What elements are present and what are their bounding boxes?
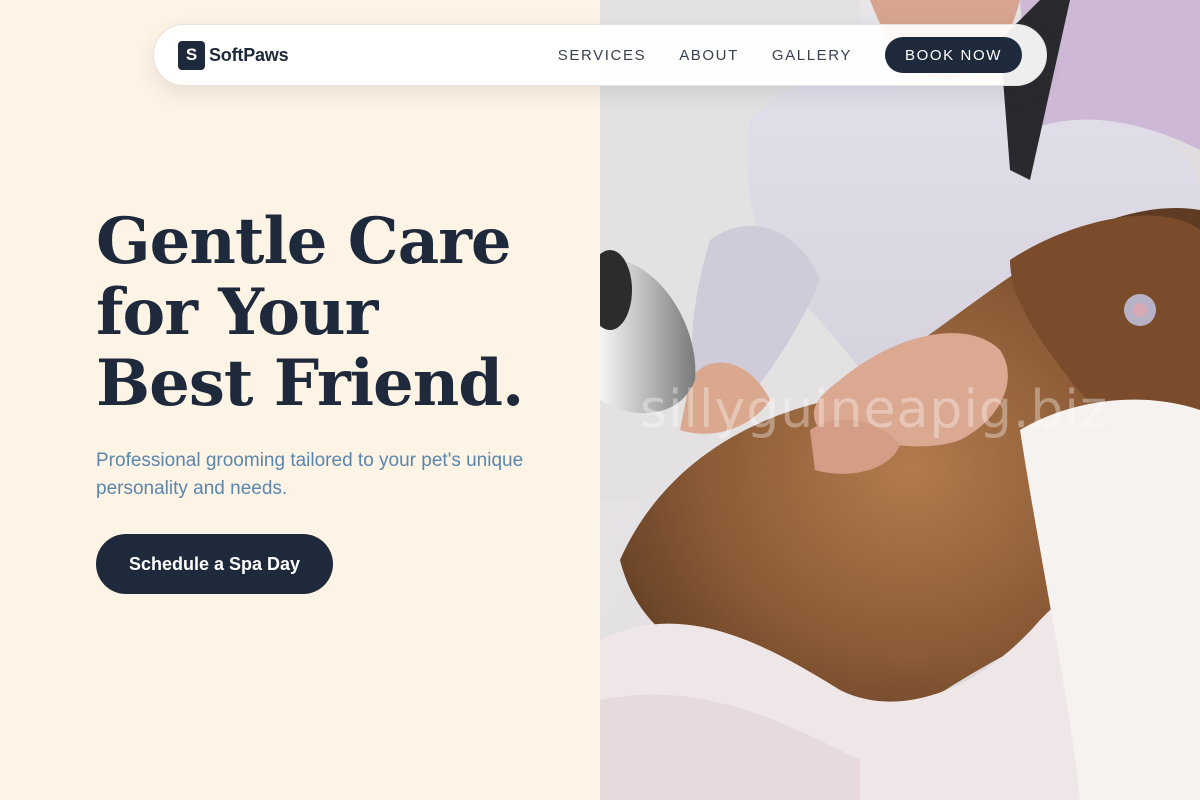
- nav-link-about[interactable]: ABOUT: [679, 47, 739, 64]
- nav-link-services[interactable]: SERVICES: [558, 47, 646, 64]
- top-navigation-bar: S SoftPaws SERVICES ABOUT GALLERY BOOK N…: [153, 24, 1047, 86]
- book-now-button[interactable]: BOOK NOW: [885, 37, 1022, 73]
- hero-subtitle: Professional grooming tailored to your p…: [96, 450, 524, 499]
- hero-title: Gentle Care for Your Best Friend.: [96, 206, 576, 419]
- nav-links: SERVICES ABOUT GALLERY BOOK NOW: [558, 37, 1022, 73]
- schedule-spa-day-button[interactable]: Schedule a Spa Day: [96, 534, 333, 594]
- brand-name: SoftPaws: [209, 44, 289, 65]
- hero-title-line-2: for Your: [96, 275, 378, 350]
- hero-title-line-1: Gentle Care: [96, 204, 512, 279]
- letter-s-logo-icon: S: [178, 40, 205, 70]
- brand-logo[interactable]: S SoftPaws: [178, 40, 289, 70]
- hero-photo-dog-grooming: sillyguineapig.biz: [600, 0, 1200, 800]
- watermark-text: sillyguineapig.biz: [640, 380, 1109, 440]
- nav-link-gallery[interactable]: GALLERY: [772, 47, 852, 64]
- hero-title-line-3: Best Friend.: [96, 346, 524, 421]
